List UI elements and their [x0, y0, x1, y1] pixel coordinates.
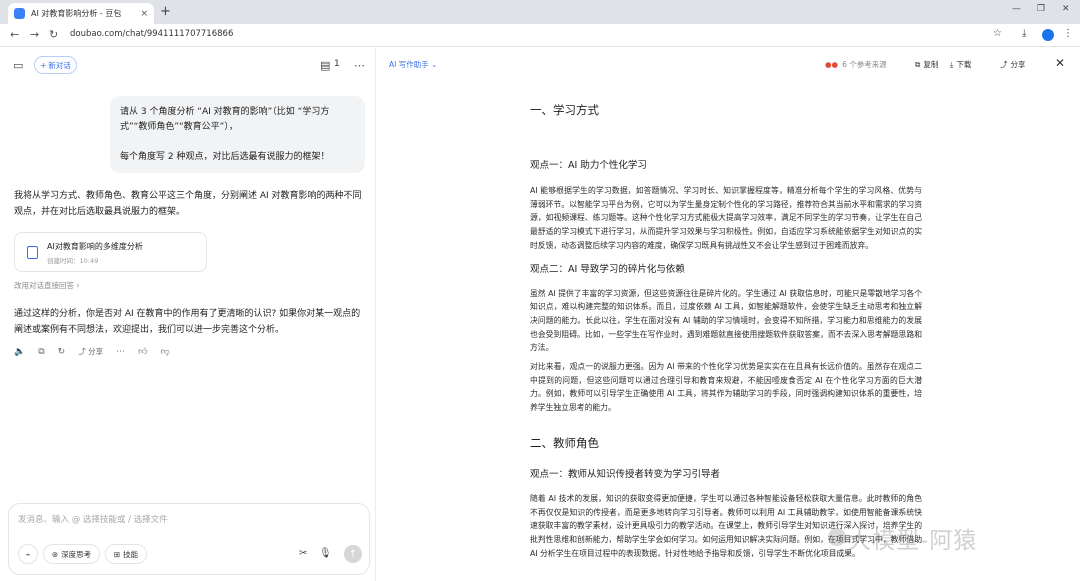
ai-reply-intro: 我将从学习方式、教师角色、教育公平这三个角度，分别阐述 AI 对教育影响的两种不…: [14, 191, 362, 217]
message-action-bar: 🔈 ⧉ ↻ ⤴ 分享 ⋯ 👍︎ 👎︎: [14, 346, 170, 357]
download-button[interactable]: ⤓ 下载: [950, 59, 971, 70]
forward-icon[interactable]: →: [30, 28, 39, 41]
writing-helper-dropdown[interactable]: AI 写作助手 ⌄: [389, 59, 437, 70]
share-label: 分享: [1010, 60, 1026, 69]
read-aloud-icon[interactable]: 🔈: [14, 347, 25, 357]
viewpoint-heading: 观点一：AI 助力个性化学习: [530, 160, 647, 171]
doubao-favicon-icon: [14, 8, 25, 19]
user-message-line: 每个角度写 2 种观点，对比后选最有说服力的框架！: [120, 152, 330, 162]
user-message-line: 请从 3 个角度分析 “AI 对教育的影响”（比如 “学习方式”“教师角色”“教…: [120, 107, 330, 132]
thumbs-down-icon[interactable]: 👎︎: [161, 347, 170, 357]
user-message-bubble: 请从 3 个角度分析 “AI 对教育的影响”（比如 “学习方式”“教师角色”“教…: [110, 96, 365, 173]
more-icon[interactable]: ⋯: [116, 347, 125, 357]
window-close-icon[interactable]: ✕: [1062, 4, 1070, 14]
document-icon: [27, 246, 38, 259]
viewpoint-heading: 观点二：AI 导致学习的碎片化与依赖: [530, 263, 685, 275]
document-card-title: AI对教育影响的多维度分析: [47, 242, 143, 251]
url-field[interactable]: doubao.com/chat/9941111707716866: [70, 29, 233, 39]
profile-avatar[interactable]: [1042, 29, 1054, 41]
copy-document-button[interactable]: ⧉ 复制: [915, 59, 938, 70]
browser-menu-icon[interactable]: ⋮: [1063, 28, 1073, 39]
scissors-icon[interactable]: ✂: [299, 548, 307, 559]
regenerate-icon[interactable]: ↻: [58, 347, 66, 357]
reference-sources-label: 6 个参考来源: [842, 60, 887, 69]
copy-label: 复制: [923, 60, 939, 69]
download-label: 下载: [956, 60, 972, 69]
skills-icon: ⊞: [113, 549, 121, 559]
new-tab-button[interactable]: +: [160, 4, 171, 19]
viewpoint-heading: 观点一：教师从知识传授者转变为学习引导者: [530, 468, 721, 480]
document-card[interactable]: AI对教育影响的多维度分析 创建时间：10:49: [14, 232, 207, 272]
message-input-box: ⌁ ⊛ 深度思考 ⊞ 技能 ✂ 🎙︎ ↑: [8, 503, 370, 575]
attach-icon[interactable]: ⌁: [18, 544, 38, 564]
skills-button[interactable]: ⊞ 技能: [105, 544, 147, 564]
document-toolbar: AI 写作助手 ⌄ ●● 6 个参考来源 ⧉ 复制 ⤓ 下载 ⤴ 分享 ✕: [377, 48, 1080, 80]
viewpoint-paragraph: AI 能够根据学生的学习数据，如答题情况、学习时长、知识掌握程度等，精准分析每个…: [530, 186, 922, 250]
message-input[interactable]: [18, 512, 358, 528]
more-options-icon[interactable]: ⋯: [354, 59, 365, 72]
bookmark-star-icon[interactable]: ☆: [993, 28, 1002, 39]
share-icon: ⤴: [1000, 60, 1008, 69]
downloads-icon[interactable]: ⤓: [1022, 28, 1026, 39]
document-card-meta: 创建时间：10:49: [47, 257, 99, 265]
microphone-icon[interactable]: 🎙︎: [319, 548, 332, 559]
section-heading: 一、学习方式: [530, 103, 599, 117]
chat-pane: ▭ + 新对话 ▤ 1 ⋯ 请从 3 个角度分析 “AI 对教育的影响”（比如 …: [0, 48, 376, 581]
ai-reply-followup: 通过这样的分析，你是否对 AI 在教育中的作用有了更清晰的认识? 如果你对某一观…: [14, 309, 361, 335]
minimize-icon[interactable]: —: [1012, 4, 1021, 14]
copy-icon: ⧉: [915, 59, 921, 69]
share-document-button[interactable]: ⤴ 分享: [1000, 59, 1026, 70]
new-chat-label: 新对话: [48, 60, 71, 70]
restore-icon[interactable]: ❐: [1037, 4, 1045, 14]
watermark-text: 大模型-阿猿: [848, 528, 978, 554]
plus-icon: +: [40, 60, 47, 70]
comparison-paragraph: 对比来看，观点一的说服力更强。因为 AI 带来的个性化学习优势是实实在在且具有长…: [530, 362, 922, 413]
document-list-icon[interactable]: ▤: [320, 59, 330, 72]
copy-icon[interactable]: ⧉: [38, 347, 44, 357]
download-icon: ⤓: [950, 59, 954, 69]
share-button[interactable]: ⤴ 分享: [78, 346, 103, 357]
send-button[interactable]: ↑: [344, 545, 362, 563]
viewpoint-paragraph: 虽然 AI 提供了丰富的学习资源，但这些资源往往是碎片化的。学生通过 AI 获取…: [530, 288, 922, 353]
document-count: 1: [334, 59, 340, 69]
sidebar-toggle-icon[interactable]: ▭: [13, 59, 23, 72]
reload-icon[interactable]: ↻: [49, 28, 58, 41]
tab-title: AI 对教育影响分析 - 豆包: [31, 9, 122, 18]
back-icon[interactable]: ←: [10, 28, 19, 41]
deep-think-button[interactable]: ⊛ 深度思考: [43, 544, 100, 564]
switch-to-direct-answer-link[interactable]: 改用对话直接回答 ›: [14, 280, 79, 291]
deep-think-label: 深度思考: [61, 549, 92, 559]
thumbs-up-icon[interactable]: 👍︎: [138, 347, 147, 357]
address-bar: ← → ↻ doubao.com/chat/9941111707716866 ☆…: [0, 24, 1080, 47]
browser-tab-bar: AI 对教育影响分析 - 豆包 × + — ❐ ✕: [0, 0, 1080, 24]
reference-sources-button[interactable]: ●● 6 个参考来源: [825, 59, 887, 70]
share-label: 分享: [88, 347, 104, 356]
document-content: 一、学习方式 观点一：AI 助力个性化学习 AI 能够根据学生的学习数据，如答题…: [530, 96, 922, 560]
new-chat-button[interactable]: + 新对话: [34, 56, 77, 74]
skills-label: 技能: [123, 549, 139, 559]
close-document-icon[interactable]: ✕: [1055, 56, 1065, 70]
document-pane: AI 写作助手 ⌄ ●● 6 个参考来源 ⧉ 复制 ⤓ 下载 ⤴ 分享 ✕ 一、…: [377, 48, 1080, 581]
watermark-logo-icon: [828, 528, 846, 546]
tab-close-icon[interactable]: ×: [140, 9, 148, 19]
browser-tab[interactable]: AI 对教育影响分析 - 豆包 ×: [8, 3, 154, 24]
deep-think-icon: ⊛: [51, 549, 59, 559]
section-heading: 二、教师角色: [530, 435, 599, 450]
source-logos-icon: ●●: [825, 60, 839, 69]
